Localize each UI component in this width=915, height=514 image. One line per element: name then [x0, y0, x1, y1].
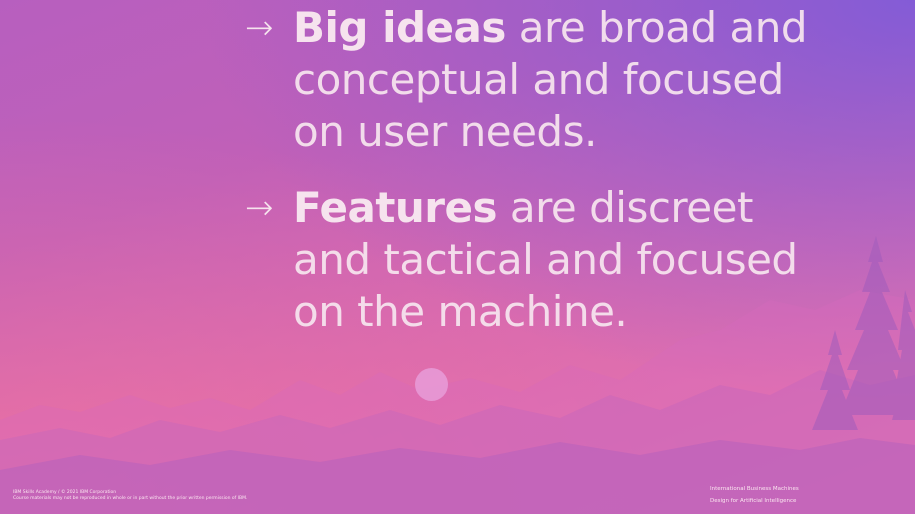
bullet-line-2: conceptual and focused [293, 55, 784, 104]
arrow-right-icon: → [245, 8, 274, 48]
footer-company-name: International Business Machines [710, 486, 799, 492]
arrow-right-icon: → [245, 188, 274, 228]
slide: → Big ideas are broad and conceptual and… [0, 0, 915, 514]
footer-copyright-line-2: Course materials may not be reproduced i… [13, 496, 248, 501]
bullet-line-2: and tactical and focused [293, 235, 798, 284]
bullet-line-1: Features are discreet [293, 182, 845, 234]
bullet-bold-term: Big ideas [293, 3, 506, 52]
bullet-features: → Features are discreet and tactical and… [245, 182, 845, 338]
bullet-line-3: on user needs. [293, 107, 597, 156]
bullet-line-1-text: are broad and [505, 3, 808, 52]
bullet-line-1: Big ideas are broad and [293, 2, 845, 54]
footer-branding: International Business Machines Design f… [710, 483, 799, 507]
bullet-big-ideas: → Big ideas are broad and conceptual and… [245, 2, 845, 158]
bullet-line-3: on the machine. [293, 287, 628, 336]
bullet-bold-term: Features [293, 183, 498, 232]
footer-course-name: Design for Artificial Intelligence [710, 498, 797, 504]
footer-copyright: IBM Skills Academy / © 2021 IBM Corporat… [13, 490, 247, 502]
sun-circle [415, 368, 448, 401]
bullet-line-1-text: are discreet [497, 183, 754, 232]
bullet-list: → Big ideas are broad and conceptual and… [245, 0, 845, 338]
